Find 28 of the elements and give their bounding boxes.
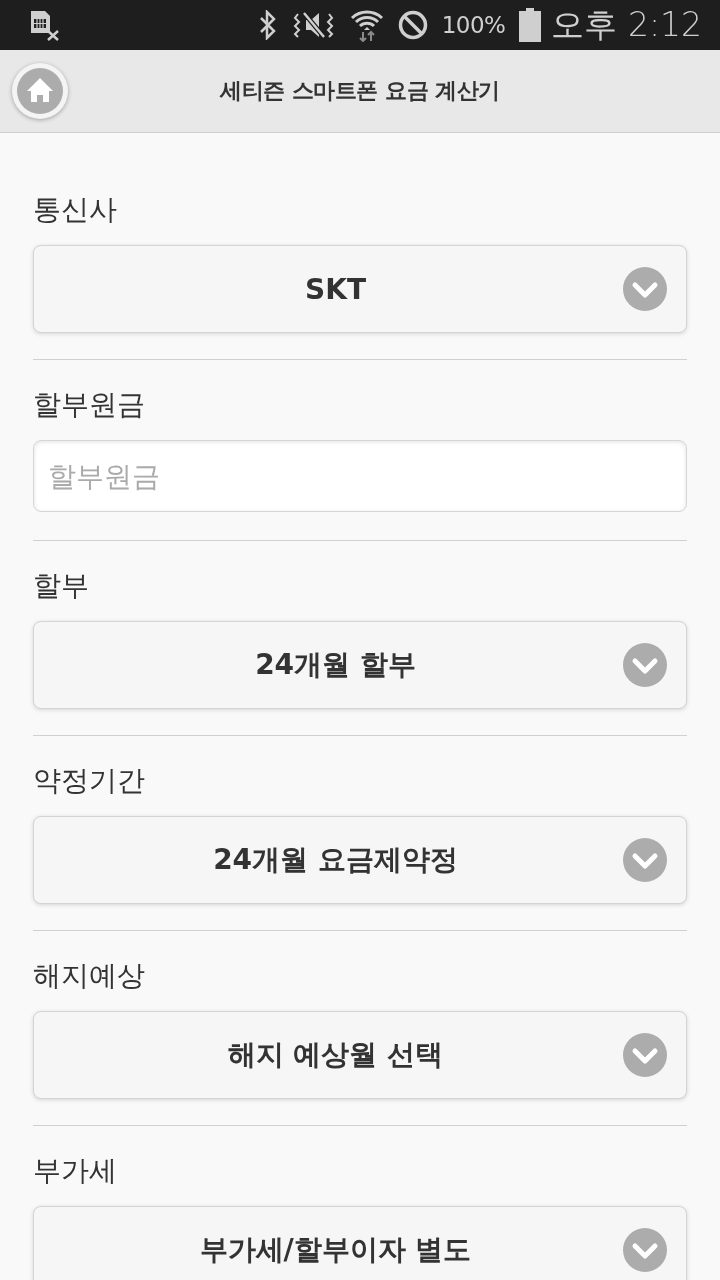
app-title: 세티즌 스마트폰 요금 계산기 — [218, 77, 501, 105]
wifi-icon — [349, 8, 384, 42]
field-label: 할부 — [33, 568, 90, 604]
field-label: 약정기간 — [33, 763, 146, 799]
field-label: 해지예상 — [33, 958, 146, 994]
battery-percent: 100% — [441, 12, 506, 38]
field-label: 부가세 — [33, 1153, 118, 1189]
dropdown-select[interactable]: 해지 예상월 선택 — [33, 1011, 687, 1099]
clock-time: 오후 2:12 — [551, 3, 702, 46]
home-icon — [17, 68, 63, 114]
home-button[interactable] — [12, 63, 68, 119]
dropdown-select[interactable]: 부가세/할부이자 별도 — [33, 1206, 687, 1280]
dropdown-select[interactable]: SKT — [33, 245, 687, 333]
mute-icon — [291, 10, 336, 40]
chevron-down-icon — [623, 267, 667, 311]
field-label: 할부원금 — [33, 387, 146, 423]
chevron-down-icon — [623, 1033, 667, 1077]
chevron-down-icon — [623, 1228, 667, 1272]
do-not-disturb-icon — [397, 10, 428, 40]
bluetooth-icon — [257, 10, 278, 40]
chevron-down-icon — [623, 838, 667, 882]
chevron-down-icon — [623, 643, 667, 687]
field-label: 통신사 — [33, 192, 118, 228]
battery-icon — [519, 8, 542, 42]
sim-card-x-icon — [28, 9, 60, 41]
text-input-field[interactable]: 할부원금 — [33, 440, 687, 512]
dropdown-select[interactable]: 24개월 요금제약정 — [33, 816, 687, 904]
dropdown-select[interactable]: 24개월 할부 — [33, 621, 687, 709]
